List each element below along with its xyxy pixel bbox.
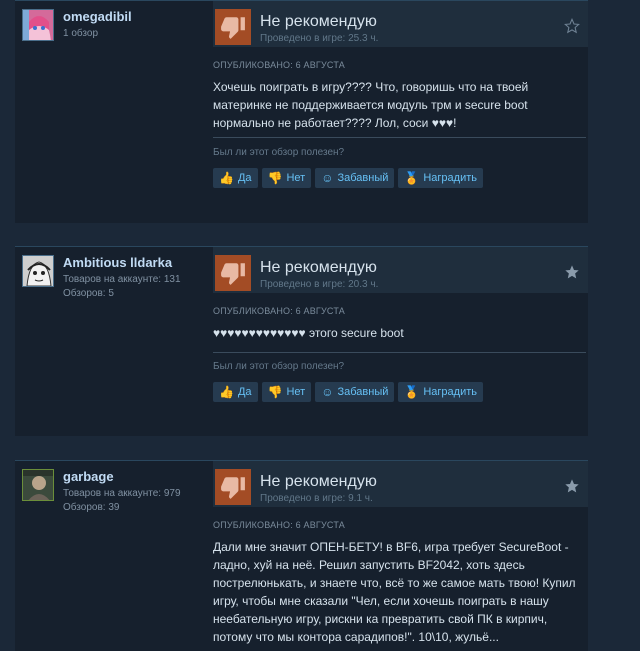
review-card: Ambitious lldarka Товаров на аккаунте: 1…: [15, 246, 588, 436]
rating-buttons: 👍 Да 👎 Нет ☺ Забавный 🏅 Наградить: [213, 168, 483, 188]
avatar[interactable]: [22, 469, 54, 501]
author-stats: Товаров на аккаунте: 979 Обзоров: 39: [63, 487, 181, 515]
divider: [213, 137, 586, 138]
author-stat: Обзоров: 39: [63, 502, 120, 513]
author-stat: Обзоров: 5: [63, 288, 114, 299]
thumbs-down-icon: 👎: [267, 171, 283, 185]
star-icon[interactable]: [564, 18, 580, 34]
avatar[interactable]: [22, 9, 54, 41]
star-icon[interactable]: [564, 264, 580, 280]
helpful-question: Был ли этот обзор полезен?: [213, 361, 345, 372]
author-stats: Товаров на аккаунте: 131 Обзоров: 5: [63, 273, 181, 301]
thumbs-down-icon: [215, 255, 251, 291]
thumbs-down-icon: 👎: [267, 385, 283, 399]
thumbs-down-icon: [215, 9, 251, 45]
vote-yes-button[interactable]: 👍 Да: [213, 168, 258, 188]
button-label: Нет: [286, 386, 306, 398]
award-icon: 🏅: [404, 171, 420, 185]
posted-date: ОПУБЛИКОВАНО: 6 АВГУСТА: [213, 306, 345, 316]
button-label: Наградить: [423, 386, 477, 398]
playtime: Проведено в игре: 20.3 ч.: [260, 279, 379, 290]
review-text: Дали мне значит ОПЕН-БЕТУ! в BF6, игра т…: [213, 540, 576, 644]
review-text: Хочешь поиграть в игру???? Что, говоришь…: [213, 80, 529, 130]
thumbs-down-icon: [215, 469, 251, 505]
author-stat: 1 обзор: [63, 28, 99, 39]
review-verdict: Не рекомендую: [260, 473, 377, 490]
divider: [213, 352, 586, 353]
posted-date: ОПУБЛИКОВАНО: 6 АВГУСТА: [213, 60, 345, 70]
button-label: Наградить: [423, 172, 477, 184]
playtime: Проведено в игре: 9.1 ч.: [260, 493, 373, 504]
smiley-icon: ☺: [321, 171, 334, 185]
thumbs-up-icon: 👍: [219, 171, 234, 185]
button-label: Забавный: [337, 386, 389, 398]
author-stat: Товаров на аккаунте: 131: [63, 274, 181, 285]
author-name[interactable]: Ambitious lldarka: [63, 255, 172, 270]
helpful-question: Был ли этот обзор полезен?: [213, 147, 345, 158]
review-card: garbage Товаров на аккаунте: 979 Обзоров…: [15, 460, 588, 651]
vote-header: Не рекомендую Проведено в игре: 20.3 ч.: [213, 247, 588, 293]
vote-no-button[interactable]: 👎 Нет: [261, 168, 312, 188]
avatar[interactable]: [22, 255, 54, 287]
playtime: Проведено в игре: 25.3 ч.: [260, 33, 379, 44]
thumbs-up-icon: 👍: [219, 385, 234, 399]
review-text: ♥♥♥♥♥♥♥♥♥♥♥♥♥ этого secure boot: [213, 326, 404, 340]
vote-header: Не рекомендую Проведено в игре: 9.1 ч.: [213, 461, 588, 507]
award-icon: 🏅: [404, 385, 420, 399]
review-card: omegadibil 1 обзор Не рекомендую Проведе…: [15, 0, 588, 223]
vote-funny-button[interactable]: ☺ Забавный: [315, 382, 395, 402]
button-label: Забавный: [337, 172, 389, 184]
smiley-icon: ☺: [321, 385, 334, 399]
vote-funny-button[interactable]: ☺ Забавный: [315, 168, 395, 188]
vote-header: Не рекомендую Проведено в игре: 25.3 ч.: [213, 1, 588, 47]
award-button[interactable]: 🏅 Наградить: [398, 382, 483, 402]
button-label: Нет: [286, 172, 306, 184]
author-stat: Товаров на аккаунте: 979: [63, 488, 181, 499]
review-verdict: Не рекомендую: [260, 259, 377, 276]
posted-date: ОПУБЛИКОВАНО: 6 АВГУСТА: [213, 520, 345, 530]
review-verdict: Не рекомендую: [260, 13, 377, 30]
rating-buttons: 👍 Да 👎 Нет ☺ Забавный 🏅 Наградить: [213, 382, 483, 402]
award-button[interactable]: 🏅 Наградить: [398, 168, 483, 188]
author-name[interactable]: garbage: [63, 469, 114, 484]
button-label: Да: [237, 386, 252, 398]
vote-no-button[interactable]: 👎 Нет: [261, 382, 312, 402]
author-stats: 1 обзор: [63, 27, 98, 41]
star-icon[interactable]: [564, 478, 580, 494]
reviews-page: omegadibil 1 обзор Не рекомендую Проведе…: [0, 0, 640, 651]
button-label: Да: [237, 172, 252, 184]
author-name[interactable]: omegadibil: [63, 9, 132, 24]
vote-yes-button[interactable]: 👍 Да: [213, 382, 258, 402]
